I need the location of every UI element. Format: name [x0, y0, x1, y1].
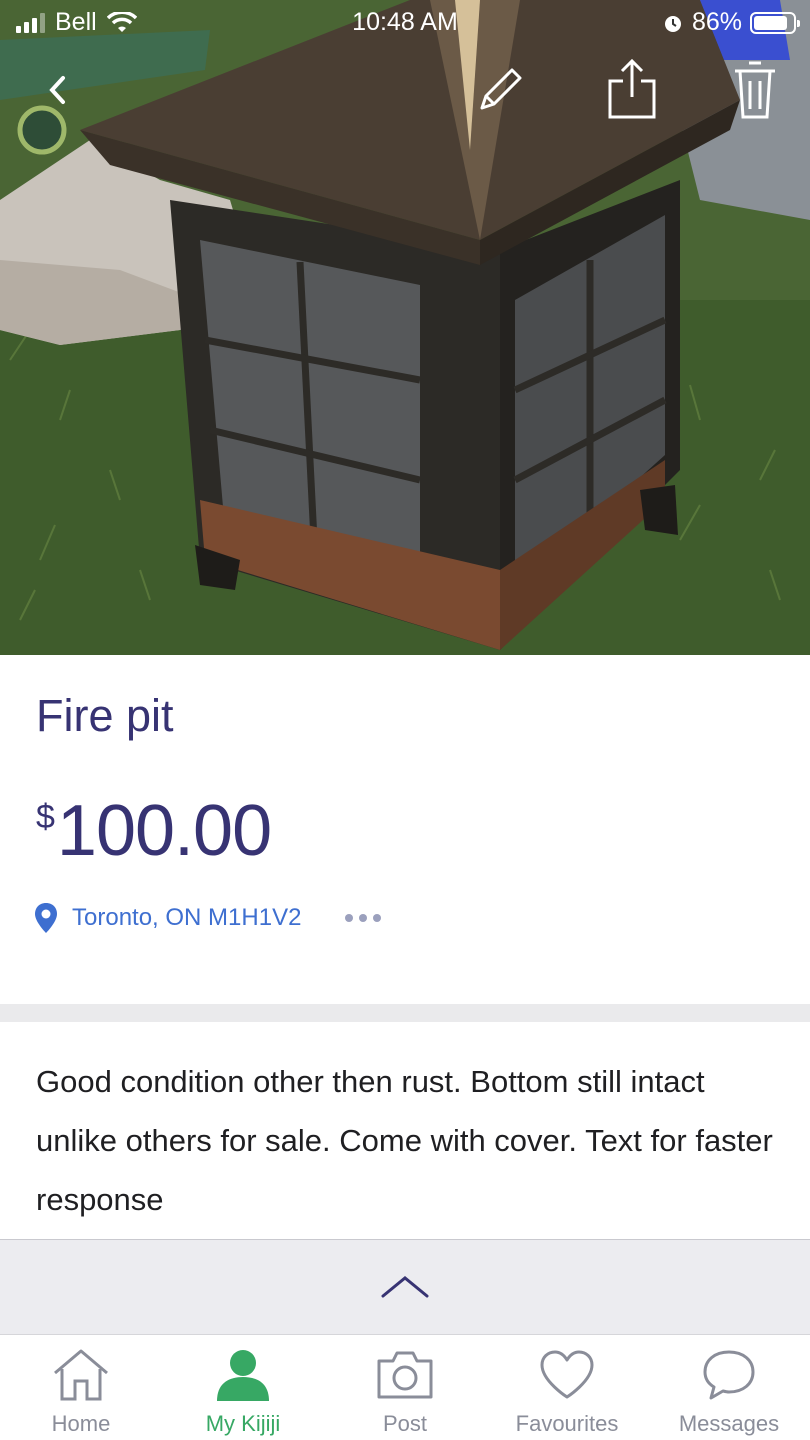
- pencil-icon: [480, 68, 522, 110]
- listing-title: Fire pit: [36, 690, 174, 741]
- trash-icon: [735, 61, 775, 119]
- home-icon: [54, 1349, 108, 1401]
- tab-messages-label: Messages: [678, 1411, 780, 1436]
- chat-bubble-icon: [703, 1350, 755, 1400]
- more-dot-icon: [373, 914, 382, 922]
- location-link[interactable]: Toronto, ON M1H1V2: [72, 904, 301, 932]
- listing-description: Good condition other then rust. Bottom s…: [36, 1064, 773, 1217]
- more-options-button[interactable]: [345, 914, 382, 922]
- tab-my-kijiji[interactable]: My Kijiji: [162, 1335, 324, 1440]
- section-divider: [0, 1004, 810, 1022]
- status-right: 86%: [662, 8, 800, 37]
- more-dot-icon: [345, 914, 354, 922]
- alarm-icon: [664, 15, 681, 32]
- camera-icon: [377, 1351, 433, 1399]
- share-icon: [608, 58, 656, 119]
- chevron-left-icon: [49, 76, 65, 104]
- battery-icon: [750, 11, 800, 34]
- fire-pit-photo: [0, 0, 810, 655]
- listing-photo[interactable]: Bell 10:48 AM 86%: [0, 0, 810, 655]
- listing-price: $ 100.00: [36, 790, 272, 872]
- tab-home-label: Home: [51, 1411, 111, 1436]
- more-dot-icon: [359, 914, 368, 922]
- location-pin-icon: [35, 903, 57, 933]
- tab-home[interactable]: Home: [0, 1335, 162, 1440]
- currency-symbol: $: [36, 798, 55, 836]
- tab-favourites[interactable]: Favourites: [486, 1335, 648, 1440]
- battery-level: [754, 15, 787, 30]
- status-bar: Bell 10:48 AM 86%: [0, 0, 810, 44]
- tab-post[interactable]: Post: [324, 1335, 486, 1440]
- tab-favourites-label: Favourites: [515, 1411, 619, 1436]
- tab-my-kijiji-label: My Kijiji: [205, 1411, 281, 1436]
- share-button[interactable]: [604, 56, 660, 122]
- tab-post-label: Post: [382, 1411, 428, 1436]
- price-amount: 100.00: [56, 791, 272, 871]
- edit-button[interactable]: [470, 62, 530, 118]
- location-row: Toronto, ON M1H1V2: [34, 902, 382, 934]
- battery-percent: 86%: [691, 8, 742, 36]
- bottom-tab-bar: Home My Kijiji Post Favourites Messages: [0, 1334, 810, 1440]
- heart-icon: [540, 1350, 594, 1399]
- user-icon: [217, 1350, 269, 1401]
- tab-messages[interactable]: Messages: [648, 1335, 810, 1440]
- chevron-up-icon: [381, 1276, 429, 1298]
- delete-button[interactable]: [728, 56, 782, 122]
- back-button[interactable]: [36, 68, 80, 112]
- expand-details-button[interactable]: [0, 1239, 810, 1334]
